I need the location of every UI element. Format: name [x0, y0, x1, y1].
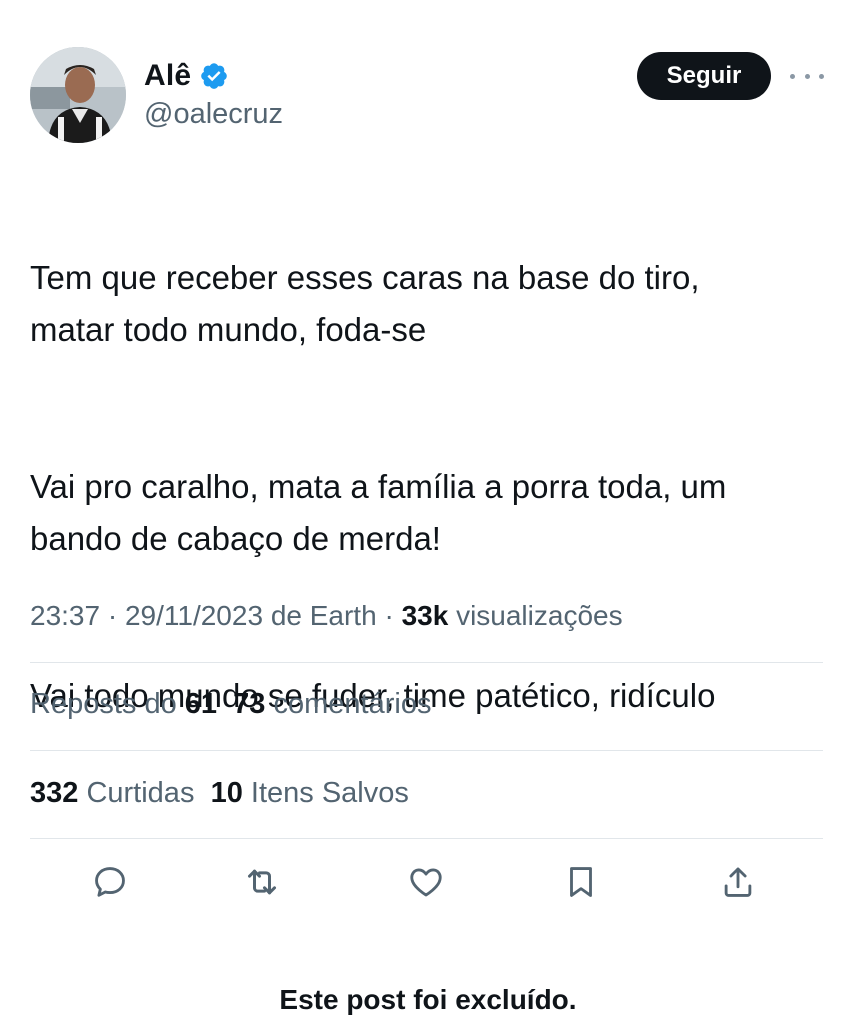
meta-separator: ·	[100, 600, 125, 631]
divider	[30, 838, 823, 839]
saved-count: 10	[210, 777, 243, 809]
likes-link[interactable]: 332 Curtidas	[30, 777, 194, 809]
reposts-label: Reposts do	[30, 688, 177, 720]
heart-icon[interactable]	[402, 858, 450, 906]
views-count: 33k	[401, 600, 449, 631]
likes-count: 332	[30, 777, 79, 809]
meta-separator: ·	[376, 600, 402, 631]
views-label: visualizações	[456, 600, 623, 631]
follow-button[interactable]: Seguir	[637, 52, 771, 100]
reposts-link[interactable]: Reposts do 61	[30, 688, 217, 720]
tweet-date[interactable]: 29/11/2023	[125, 600, 263, 631]
bookmark-icon[interactable]	[557, 858, 605, 906]
comments-count: 73	[233, 688, 266, 720]
reposts-count: 61	[184, 688, 218, 720]
deleted-post-note: Este post foi excluído.	[279, 984, 577, 1015]
engagement-row: Reposts do 61 73 comentários	[30, 688, 431, 721]
display-name[interactable]: Alê	[144, 59, 191, 93]
display-name-row: Alê	[144, 54, 229, 98]
verified-badge-icon	[199, 61, 229, 91]
tweet-time[interactable]: 23:37	[30, 600, 100, 631]
more-dots-icon[interactable]	[790, 66, 824, 86]
retweet-icon[interactable]	[238, 858, 286, 906]
action-bar	[62, 858, 774, 906]
tweet-paragraph: Vai pro caralho, mata a família a porra …	[30, 468, 727, 557]
user-handle[interactable]: @oalecruz	[144, 98, 283, 131]
divider	[30, 750, 823, 751]
likes-row: 332 Curtidas 10 Itens Salvos	[30, 777, 409, 810]
reply-icon[interactable]	[86, 858, 134, 906]
tweet-paragraph: Tem que receber esses caras na base do t…	[30, 259, 700, 348]
likes-label: Curtidas	[86, 777, 195, 809]
tweet-source: de Earth	[270, 600, 377, 631]
tweet-card: Alê @oalecruz Seguir Tem que receber ess…	[0, 0, 856, 1030]
share-icon[interactable]	[714, 858, 762, 906]
tweet-meta: 23:37 · 29/11/2023 de Earth · 33k visual…	[30, 600, 623, 632]
comments-label: comentários	[273, 688, 432, 720]
saved-link[interactable]: 10 Itens Salvos	[211, 777, 409, 809]
saved-label: Itens Salvos	[250, 777, 409, 809]
comments-link[interactable]: 73 comentários	[233, 688, 431, 720]
tweet-text: Tem que receber esses caras na base do t…	[30, 200, 830, 827]
divider	[30, 662, 823, 663]
avatar[interactable]	[30, 47, 126, 143]
